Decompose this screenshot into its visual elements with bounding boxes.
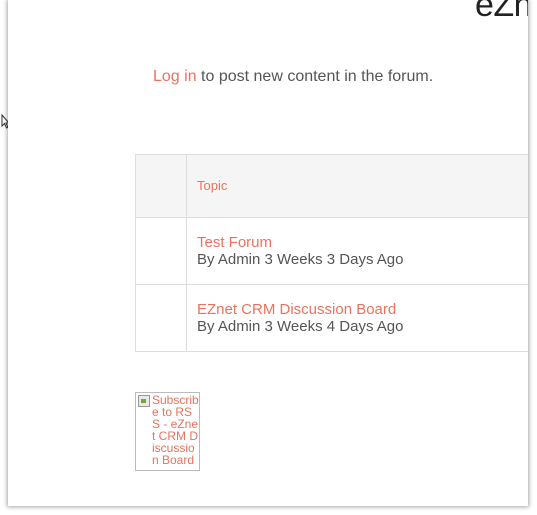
table-row: EZnet CRM Discussion Board By Admin 3 We…: [135, 284, 528, 352]
icon-column-header: [135, 154, 187, 218]
forum-icon-cell: [135, 217, 187, 285]
forum-topic-cell: Test Forum By Admin 3 Weeks 3 Days Ago: [186, 217, 528, 285]
forum-link[interactable]: Test Forum: [197, 234, 528, 251]
forum-topic-cell: EZnet CRM Discussion Board By Admin 3 We…: [186, 284, 528, 352]
login-message: to post new content in the forum.: [196, 68, 434, 85]
rss-feed-link[interactable]: Subscribe to RSS - eZnet CRM Discussion …: [135, 392, 200, 471]
table-row: Test Forum By Admin 3 Weeks 3 Days Ago: [135, 217, 528, 285]
broken-image-icon: [138, 395, 150, 407]
site-title: eZn: [475, 0, 528, 24]
forum-meta: By Admin 3 Weeks 3 Days Ago: [197, 251, 404, 268]
forum-link[interactable]: EZnet CRM Discussion Board: [197, 301, 528, 318]
login-prompt: Log in to post new content in the forum.: [153, 68, 433, 86]
login-link[interactable]: Log in: [153, 68, 197, 85]
topic-sort-link[interactable]: Topic: [187, 178, 227, 193]
forum-table: Topic Test Forum By Admin 3 Weeks 3 Days…: [135, 154, 528, 352]
table-header-row: Topic: [135, 154, 528, 218]
forum-icon-cell: [135, 284, 187, 352]
forum-meta: By Admin 3 Weeks 4 Days Ago: [197, 318, 404, 335]
page-frame: eZn Log in to post new content in the fo…: [8, 0, 528, 506]
topic-column-header: Topic: [186, 154, 528, 218]
rss-alt-text: Subscribe to RSS - eZnet CRM Discussion …: [152, 393, 199, 467]
